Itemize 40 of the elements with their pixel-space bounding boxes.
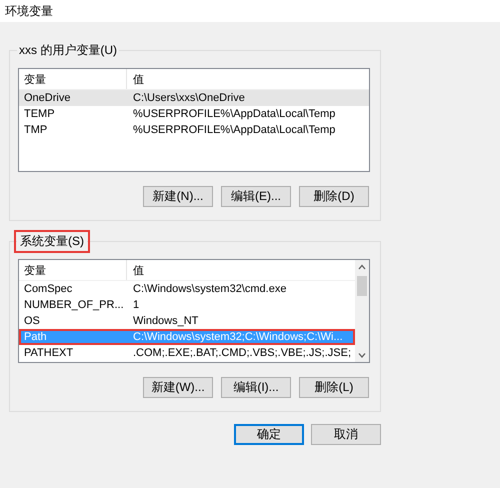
variable-value: C:\Windows\system32;C:\Windows;C:\Wi... (132, 331, 344, 343)
window-title: 环境变量 (5, 2, 53, 20)
action-button[interactable]: 新建(N)... (143, 186, 213, 207)
variable-name: Path (23, 331, 48, 343)
column-header[interactable]: 值 (127, 69, 369, 89)
variable-value: C:\Windows\system32\cmd.exe (132, 283, 288, 295)
variable-value: %USERPROFILE%\AppData\Local\Temp (132, 108, 336, 120)
column-header[interactable]: 值 (127, 260, 355, 280)
column-header[interactable]: 变量 (19, 69, 127, 89)
scrollbar[interactable] (355, 260, 369, 362)
list-row[interactable]: NUMBER_OF_PR... 1 (19, 297, 355, 313)
list-row[interactable]: OS Windows_NT (19, 313, 355, 329)
action-button[interactable]: 编辑(E)... (221, 186, 291, 207)
cancel-button[interactable]: 取消 (311, 424, 381, 445)
variable-value: %USERPROFILE%\AppData\Local\Temp (132, 124, 336, 136)
list-row[interactable]: TEMP %USERPROFILE%\AppData\Local\Temp (19, 106, 369, 122)
variable-name: TEMP (23, 108, 56, 120)
action-button[interactable]: 新建(W)... (143, 377, 213, 398)
variable-value: .COM;.EXE;.BAT;.CMD;.VBS;.VBE;.JS;.JSE; (132, 347, 352, 359)
variable-name: ComSpec (23, 283, 74, 295)
action-button[interactable]: 编辑(I)... (221, 377, 291, 398)
variable-name: OS (23, 315, 41, 327)
group-title: xxs 的用户变量(U) (18, 42, 118, 59)
variable-value: C:\Users\xxs\OneDrive (132, 92, 246, 104)
action-button[interactable]: 删除(L) (299, 377, 369, 398)
column-header[interactable]: 变量 (19, 260, 127, 280)
scroll-thumb[interactable] (357, 276, 367, 296)
variable-name: OneDrive (23, 92, 72, 104)
variable-name: PATHEXT (23, 347, 74, 359)
variable-name: TMP (23, 124, 48, 136)
group-title: 系统变量(S) (17, 233, 87, 250)
list-row[interactable]: TMP %USERPROFILE%\AppData\Local\Temp (19, 122, 369, 138)
variable-name: NUMBER_OF_PR... (23, 299, 125, 311)
variable-value: Windows_NT (132, 315, 200, 327)
list-row[interactable]: ComSpec C:\Windows\system32\cmd.exe (19, 281, 355, 297)
action-button[interactable]: 删除(D) (299, 186, 369, 207)
list-row[interactable]: PATHEXT .COM;.EXE;.BAT;.CMD;.VBS;.VBE;.JS;.JSE; (19, 345, 355, 361)
ok-button[interactable]: 确定 (234, 424, 304, 445)
list-row[interactable]: OneDrive C:\Users\xxs\OneDrive (19, 90, 369, 106)
variable-value: 1 (132, 299, 140, 311)
